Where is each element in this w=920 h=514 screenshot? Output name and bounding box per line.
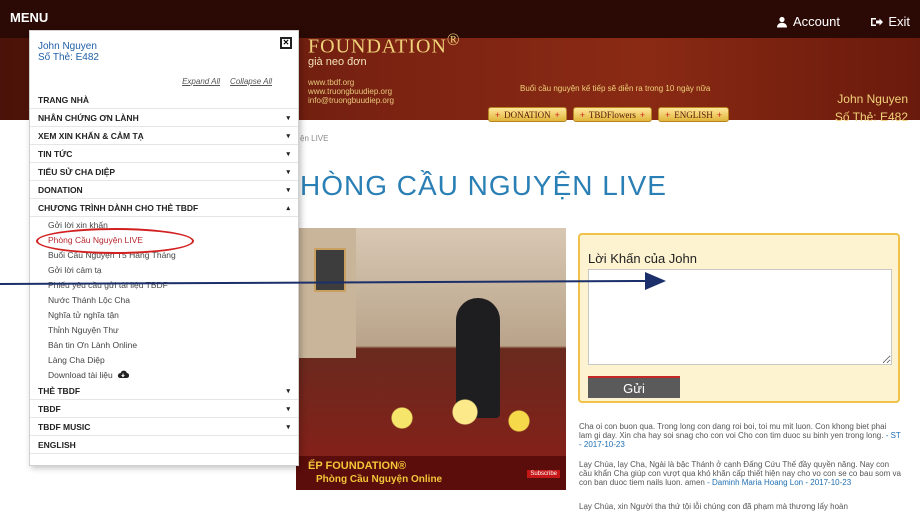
annotation-arrow — [0, 272, 666, 290]
page: MENU Account Exit Buổi cầu nguyện kế tiế… — [0, 0, 920, 514]
